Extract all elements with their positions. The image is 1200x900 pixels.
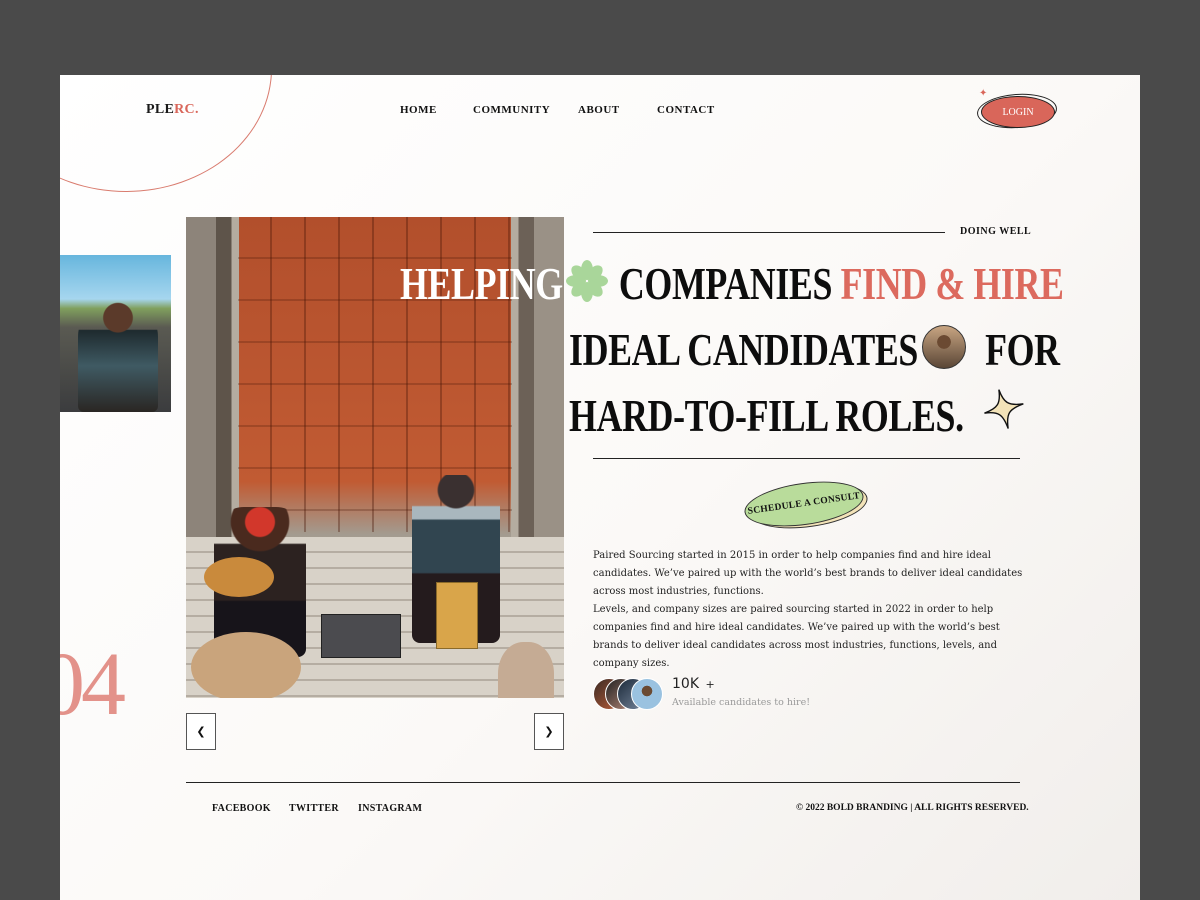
landing-page: PLERC. HOME COMMUNITY ABOUT CONTACT ✦ LO… xyxy=(60,75,1140,900)
candidate-count-suffix: + xyxy=(705,678,715,691)
nav-community[interactable]: COMMUNITY xyxy=(473,104,550,116)
about-paragraph-2: Levels, and company sizes are paired sou… xyxy=(593,604,1000,669)
decorative-circle xyxy=(60,75,272,192)
brand-logo[interactable]: PLERC. xyxy=(146,102,199,118)
hero-headline-line2: IDEAL CANDIDATES FOR xyxy=(569,327,1060,373)
busker-sign xyxy=(321,614,401,658)
hero-word-companies: COMPANIES xyxy=(618,258,833,309)
footer-copyright: © 2022 BOLD BRANDING | ALL RIGHTS RESERV… xyxy=(796,803,1029,813)
sparkle-icon: ✦ xyxy=(979,88,988,99)
tag-divider xyxy=(593,232,945,233)
gallery-next-button[interactable]: ❯ xyxy=(534,713,564,750)
nav-home[interactable]: HOME xyxy=(400,104,437,116)
footer-link-twitter[interactable]: TWITTER xyxy=(289,803,339,814)
audience-head-left xyxy=(191,632,301,698)
logo-text: PLE xyxy=(146,102,175,117)
nav-contact[interactable]: CONTACT xyxy=(657,104,715,116)
chevron-right-icon: ❯ xyxy=(544,725,554,738)
hero-word-for: FOR xyxy=(985,324,1060,375)
hero-tag: DOING WELL xyxy=(960,226,1032,237)
inline-avatar-photo xyxy=(922,325,966,369)
nav-about[interactable]: ABOUT xyxy=(578,104,620,116)
schedule-consult-button-wrap: SCHEDULE A CONSULT xyxy=(741,474,871,536)
slide-counter: 04 xyxy=(60,635,126,734)
footer-link-facebook[interactable]: FACEBOOK xyxy=(212,803,271,814)
flower-asterisk-icon xyxy=(566,260,608,302)
hero-headline-line1: HELPING COMPANIES FIND & HIRE xyxy=(400,261,1064,307)
hero-word-helping: HELPING xyxy=(400,258,563,309)
hero-find-hire: FIND & HIRE xyxy=(840,258,1064,309)
audience-head-right xyxy=(498,642,554,698)
schedule-consult-button[interactable]: SCHEDULE A CONSULT xyxy=(741,474,867,534)
candidate-count: 10K + xyxy=(672,676,715,692)
footer-link-instagram[interactable]: INSTAGRAM xyxy=(358,803,422,814)
candidate-count-value: 10K xyxy=(672,676,699,692)
hero-divider xyxy=(593,458,1020,459)
gallery-prev-button[interactable]: ❮ xyxy=(186,713,216,750)
cajon-drum xyxy=(436,582,478,649)
four-point-star-icon xyxy=(984,389,1024,429)
hero-headline-line3: HARD-TO-FILL ROLES. xyxy=(569,390,964,441)
footer-divider xyxy=(186,782,1020,783)
avatar xyxy=(631,678,663,710)
man-looking-up-figure xyxy=(78,297,158,412)
login-button[interactable]: LOGIN xyxy=(981,96,1055,128)
candidate-avatar-stack xyxy=(593,678,665,712)
chevron-left-icon: ❮ xyxy=(196,725,206,738)
side-thumbnail-photo[interactable] xyxy=(60,255,171,412)
logo-accent-text: RC. xyxy=(174,102,199,117)
about-paragraph-1: Paired Sourcing started in 2015 in order… xyxy=(593,550,1023,597)
candidate-count-label: Available candidates to hire! xyxy=(672,697,811,708)
acoustic-guitar xyxy=(204,557,274,597)
hero-ideal-candidates: IDEAL CANDIDATES xyxy=(569,324,918,375)
